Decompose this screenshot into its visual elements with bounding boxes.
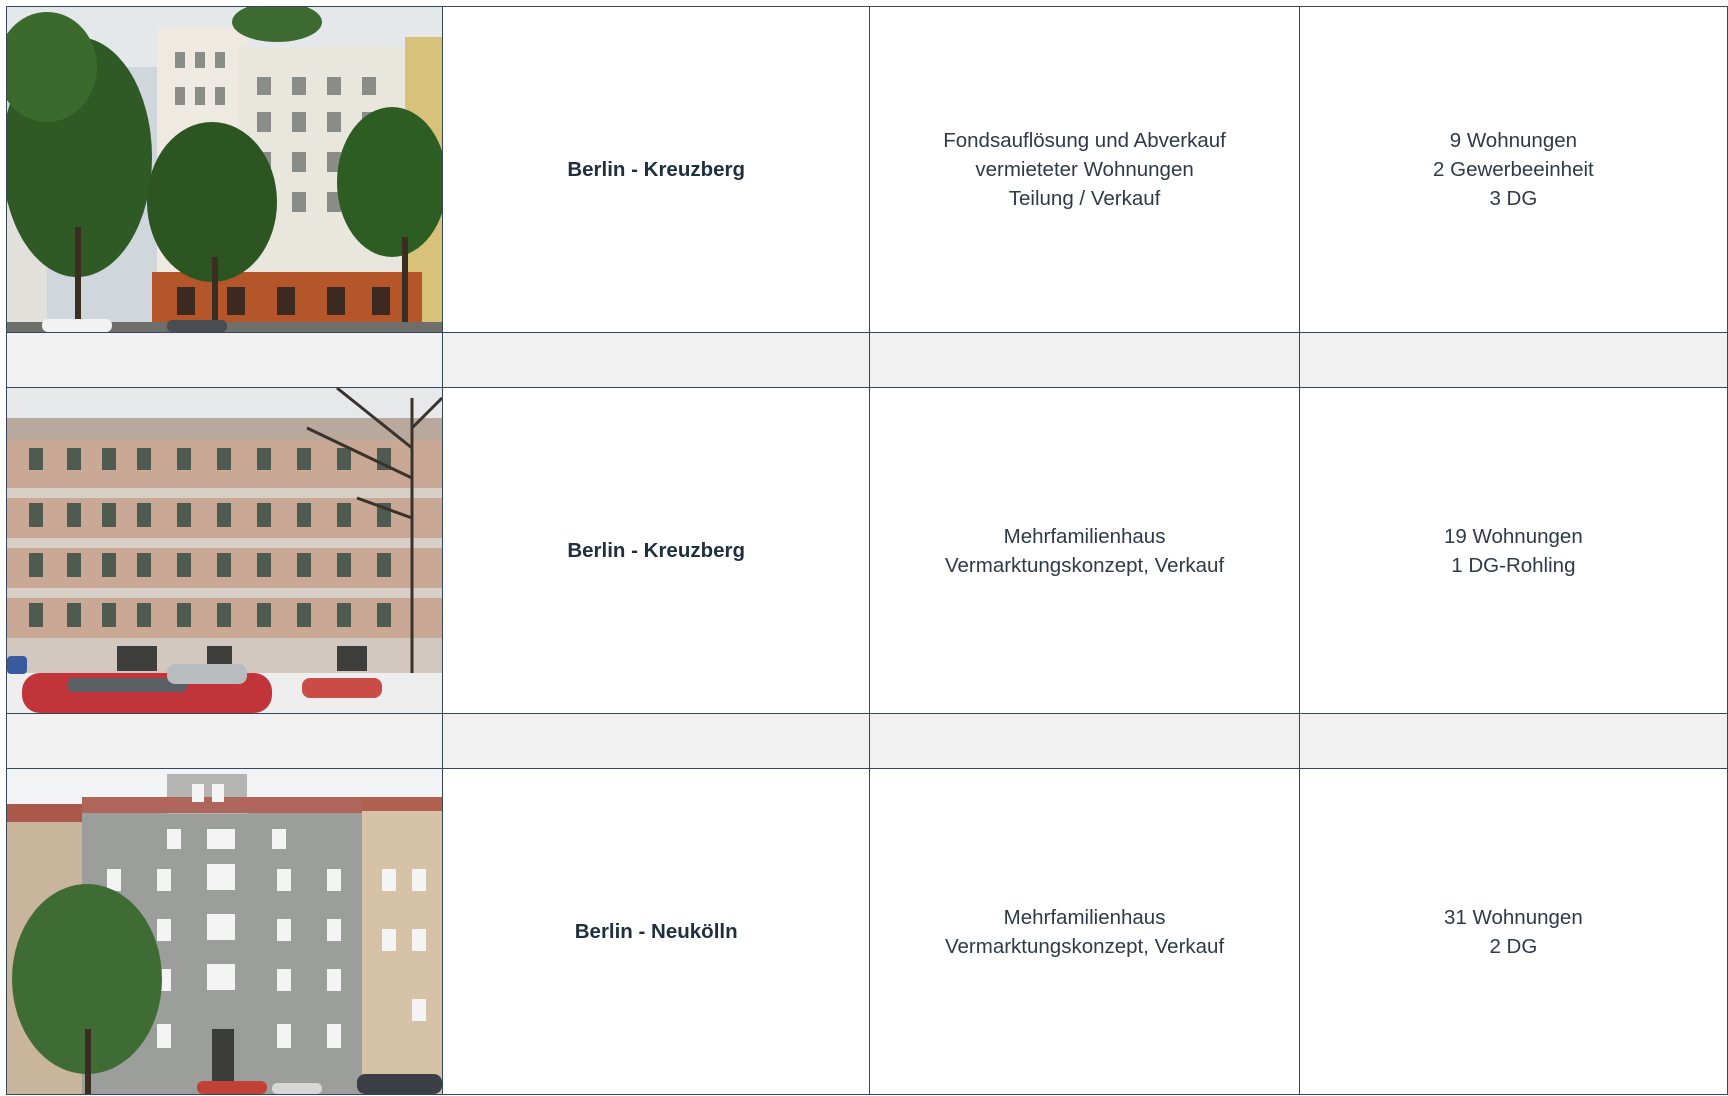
spacer-cell xyxy=(869,713,1300,769)
description-line: Mehrfamilienhaus xyxy=(1003,905,1166,929)
building-photo xyxy=(7,7,442,332)
units-line: 2 DG xyxy=(1489,934,1538,958)
units-line: 1 DG-Rohling xyxy=(1451,553,1576,577)
spacer-cell xyxy=(6,332,443,388)
units-cell: 31 Wohnungen 2 DG xyxy=(1298,768,1728,1095)
table-row: Berlin - Kreuzberg Fondsauflösung und Ab… xyxy=(6,6,1728,333)
units-line: 31 Wohnungen xyxy=(1444,905,1583,929)
table-row: Berlin - Neukölln Mehrfamilienhaus Verma… xyxy=(6,768,1728,1095)
property-photo-cell xyxy=(6,768,443,1095)
description-cell: Mehrfamilienhaus Vermarktungskonzept, Ve… xyxy=(869,387,1300,714)
spacer-cell xyxy=(441,713,871,769)
units-cell: 9 Wohnungen 2 Gewerbeeinheit 3 DG xyxy=(1298,6,1728,333)
location-cell: Berlin - Kreuzberg xyxy=(441,6,871,333)
location-text: Berlin - Neukölln xyxy=(574,920,738,943)
units-line: 19 Wohnungen xyxy=(1444,524,1583,548)
property-photo-cell xyxy=(6,6,443,333)
reference-table: Berlin - Kreuzberg Fondsauflösung und Ab… xyxy=(6,6,1728,1095)
spacer-cell xyxy=(6,713,443,769)
description-cell: Mehrfamilienhaus Vermarktungskonzept, Ve… xyxy=(869,768,1300,1095)
building-photo xyxy=(7,769,442,1094)
reference-table-viewport: Berlin - Kreuzberg Fondsauflösung und Ab… xyxy=(6,6,1728,1096)
location-cell: Berlin - Kreuzberg xyxy=(441,387,871,714)
description-line: Teilung / Verkauf xyxy=(1008,187,1161,210)
units-line: 3 DG xyxy=(1489,187,1538,210)
location-cell: Berlin - Neukölln xyxy=(441,768,871,1095)
description-line: Mehrfamilienhaus xyxy=(1003,524,1166,548)
description-line: vermieteter Wohnungen xyxy=(975,158,1194,181)
building-photo xyxy=(7,388,442,713)
property-photo-cell xyxy=(6,387,443,714)
spacer-cell xyxy=(869,332,1300,388)
units-line: 2 Gewerbeeinheit xyxy=(1433,158,1594,181)
spacer-row xyxy=(6,332,1728,388)
spacer-cell xyxy=(441,332,871,388)
units-line: 9 Wohnungen xyxy=(1449,129,1578,152)
table-row: Berlin - Kreuzberg Mehrfamilienhaus Verm… xyxy=(6,387,1728,714)
spacer-cell xyxy=(1298,713,1728,769)
description-cell: Fondsauflösung und Abverkauf vermieteter… xyxy=(869,6,1300,333)
spacer-row xyxy=(6,713,1728,769)
location-text: Berlin - Kreuzberg xyxy=(567,539,746,562)
units-cell: 19 Wohnungen 1 DG-Rohling xyxy=(1298,387,1728,714)
spacer-cell xyxy=(1298,332,1728,388)
description-line: Vermarktungskonzept, Verkauf xyxy=(944,553,1225,577)
description-line: Fondsauflösung und Abverkauf xyxy=(943,129,1226,152)
location-text: Berlin - Kreuzberg xyxy=(567,158,746,181)
description-line: Vermarktungskonzept, Verkauf xyxy=(944,934,1225,958)
